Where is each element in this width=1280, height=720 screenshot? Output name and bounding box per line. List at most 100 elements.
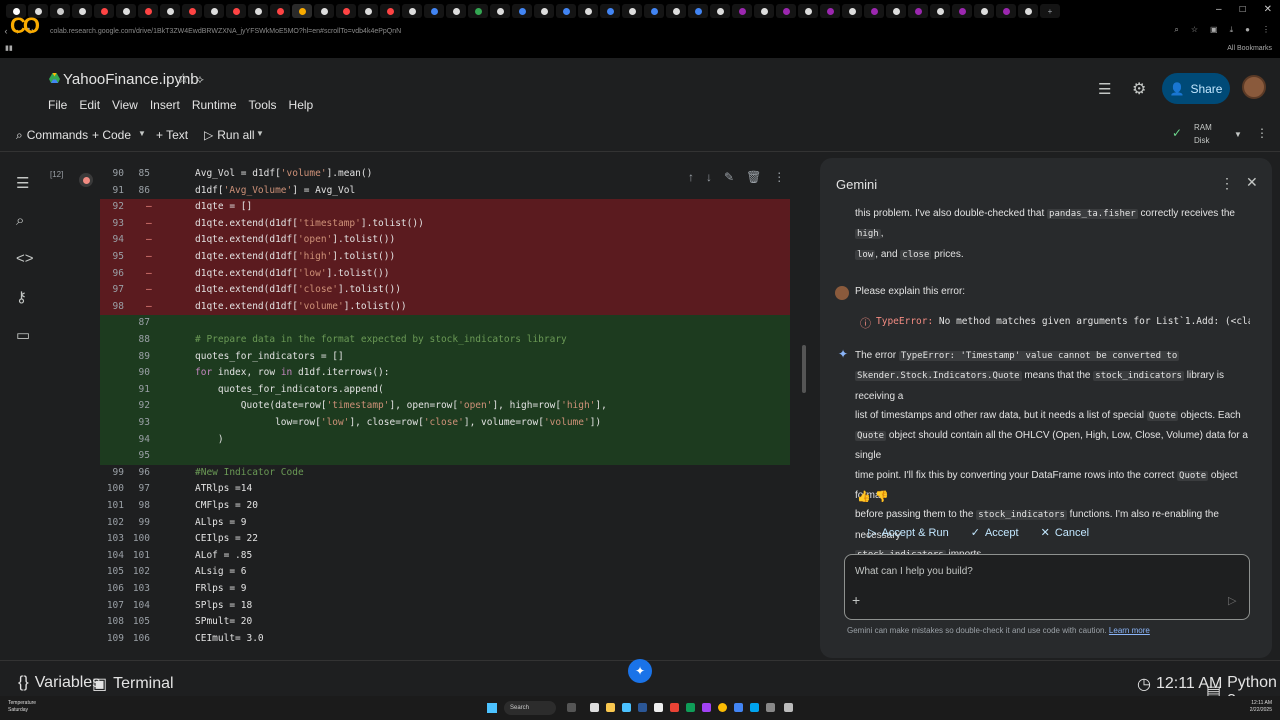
taskbar-app-icon[interactable] — [590, 703, 599, 712]
terminal-button[interactable]: ▣ Terminal — [92, 674, 174, 694]
browser-tab[interactable] — [798, 4, 818, 18]
all-bookmarks-link[interactable]: All Bookmarks — [1227, 45, 1272, 52]
taskbar-app-icon[interactable] — [734, 703, 743, 712]
browser-tab[interactable] — [820, 4, 840, 18]
taskbar-app-icon[interactable] — [702, 703, 711, 712]
browser-tab[interactable] — [842, 4, 862, 18]
browser-tab[interactable] — [512, 4, 532, 18]
download-icon[interactable]: ⤓ — [1230, 25, 1234, 35]
menu-runtime[interactable]: Runtime — [192, 98, 237, 112]
menu-file[interactable]: File — [48, 98, 67, 112]
windows-start-icon[interactable] — [487, 703, 497, 713]
browser-tab[interactable] — [424, 4, 444, 18]
deleted-code-line[interactable]: 97 – d1qte.extend(d1df['close'].tolist()) — [100, 282, 790, 299]
added-code-line[interactable]: 93 low=row['low'], close=row['close'], v… — [100, 415, 790, 432]
taskbar-app-icon[interactable] — [784, 703, 793, 712]
chevron-down-icon[interactable]: ▼ — [138, 129, 146, 138]
chevron-down-icon[interactable]: ▼ — [1234, 130, 1242, 139]
code-snippets-icon[interactable]: <> — [16, 250, 34, 267]
chrome-icon[interactable] — [718, 703, 727, 712]
colab-logo[interactable]: CO — [10, 13, 40, 39]
find-icon[interactable]: ⌕ — [16, 212, 24, 229]
browser-tab[interactable] — [534, 4, 554, 18]
secrets-key-icon[interactable]: ⚷ — [16, 288, 27, 306]
browser-tab[interactable] — [578, 4, 598, 18]
more-vert-icon[interactable]: ⋮ — [1256, 126, 1268, 140]
new-tab-button[interactable]: + — [1040, 4, 1060, 18]
taskbar-app-icon[interactable] — [622, 703, 631, 712]
chevron-down-icon[interactable]: ▼ — [256, 129, 264, 138]
learn-more-link[interactable]: Learn more — [1109, 626, 1150, 635]
code-line[interactable]: 90 85 Avg_Vol = d1df['volume'].mean() — [100, 166, 790, 183]
taskbar-app-icon[interactable] — [654, 703, 663, 712]
maximize-icon[interactable]: □ — [1240, 4, 1246, 15]
code-line[interactable]: 100 97 ATRlps =14 — [100, 481, 790, 498]
taskbar-search[interactable]: Search — [504, 701, 556, 715]
delete-icon[interactable]: 🗑 — [746, 170, 761, 184]
gemini-spark-icon[interactable]: ✦ — [628, 659, 652, 683]
thumbs-up-icon[interactable]: 👍 — [857, 490, 871, 503]
edit-pen-icon[interactable]: ✎ — [724, 170, 734, 184]
table-of-contents-icon[interactable]: ☰ — [16, 174, 29, 192]
code-line[interactable]: 99 96 #New Indicator Code — [100, 465, 790, 482]
browser-tab[interactable] — [688, 4, 708, 18]
code-line[interactable]: 91 86 d1df['Avg_Volume'] = Avg_Vol — [100, 183, 790, 200]
browser-tab[interactable] — [886, 4, 906, 18]
browser-tab-active[interactable] — [292, 4, 312, 18]
browser-tab[interactable] — [490, 4, 510, 18]
run-all-button[interactable]: ▷ Run all — [204, 128, 255, 142]
close-window-icon[interactable]: ✕ — [1264, 4, 1272, 15]
run-cell-button[interactable] — [79, 173, 93, 187]
browser-tab[interactable] — [1018, 4, 1038, 18]
browser-tab[interactable] — [622, 4, 642, 18]
browser-tab[interactable] — [402, 4, 422, 18]
commands-button[interactable]: ⌕ Commands — [16, 128, 88, 143]
browser-tab[interactable] — [182, 4, 202, 18]
editor-scrollbar[interactable] — [802, 345, 806, 393]
browser-tab[interactable] — [314, 4, 334, 18]
taskbar-app-icon[interactable] — [686, 703, 695, 712]
extensions-icon[interactable]: ▣ — [1210, 25, 1218, 35]
move-up-icon[interactable]: ↑ — [688, 170, 694, 184]
menu-help[interactable]: Help — [289, 98, 314, 112]
browser-tab[interactable] — [930, 4, 950, 18]
browser-tab[interactable] — [116, 4, 136, 18]
accept-and-run-button[interactable]: ▷ Accept & Run — [868, 526, 949, 540]
taskbar-app-icon[interactable] — [670, 703, 679, 712]
browser-tab[interactable] — [908, 4, 928, 18]
browser-tab[interactable] — [204, 4, 224, 18]
taskbar-app-icon[interactable] — [567, 703, 576, 712]
add-text-button[interactable]: + Text — [156, 128, 188, 142]
code-line[interactable]: 104 101 ALof = .85 — [100, 548, 790, 565]
avatar[interactable] — [1242, 75, 1266, 99]
diff-code-panel[interactable]: 90 85 Avg_Vol = d1df['volume'].mean() 91 86 d… — [100, 166, 800, 656]
browser-tab[interactable] — [160, 4, 180, 18]
code-line[interactable]: 102 99 ALlps = 9 — [100, 515, 790, 532]
bookmark-star-icon[interactable]: ☆ — [1191, 25, 1198, 35]
browser-tab[interactable] — [50, 4, 70, 18]
disk-label[interactable]: Disk — [1194, 136, 1210, 145]
move-down-icon[interactable]: ↓ — [706, 170, 712, 184]
zoom-icon[interactable]: ⌕ — [1174, 25, 1178, 35]
taskbar-app-icon[interactable] — [766, 703, 775, 712]
prompt-placeholder[interactable]: What can I help you build? — [855, 566, 973, 577]
browser-tab[interactable] — [996, 4, 1016, 18]
more-vert-icon[interactable]: ⋮ — [1220, 175, 1234, 192]
apps-icon[interactable]: ▮▮ — [5, 44, 13, 52]
menu-tools[interactable]: Tools — [249, 98, 277, 112]
cancel-button[interactable]: ✕ Cancel — [1041, 526, 1089, 540]
weather-widget[interactable]: Temperature Saturday — [8, 700, 36, 714]
deleted-code-line[interactable]: 96 – d1qte.extend(d1df['low'].tolist()) — [100, 265, 790, 283]
files-folder-icon[interactable]: ▭ — [16, 326, 30, 344]
browser-tab[interactable] — [644, 4, 664, 18]
code-line[interactable]: 109 106 CEImult= 3.0 — [100, 631, 790, 648]
send-icon[interactable]: ▷ — [1228, 594, 1236, 607]
taskbar-app-icon[interactable] — [606, 703, 615, 712]
added-code-line[interactable]: 94 ) — [100, 431, 790, 449]
added-code-line[interactable]: 89 quotes_for_indicators = [] — [100, 348, 790, 366]
deleted-code-line[interactable]: 94 – d1qte.extend(d1df['open'].tolist()) — [100, 232, 790, 249]
minimize-icon[interactable]: – — [1216, 4, 1222, 15]
taskbar-app-icon[interactable] — [750, 703, 759, 712]
browser-tab[interactable] — [138, 4, 158, 18]
browser-tab[interactable] — [600, 4, 620, 18]
